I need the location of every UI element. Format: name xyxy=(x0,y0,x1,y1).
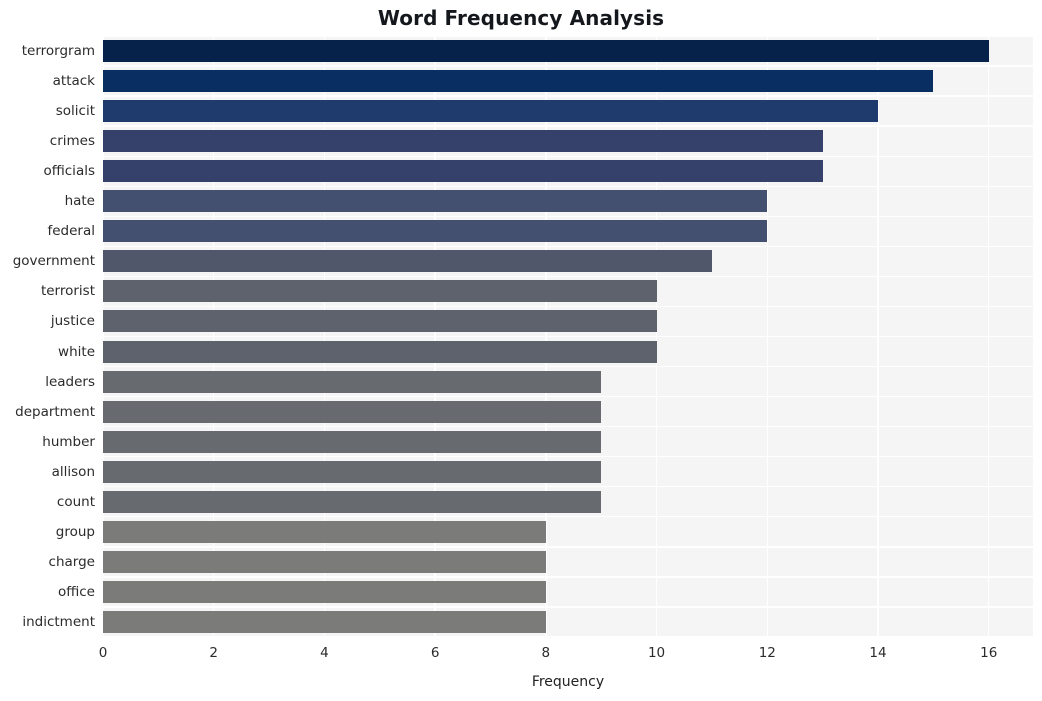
x-axis-title: Frequency xyxy=(531,674,605,690)
bar-terrorist xyxy=(103,280,657,303)
gridline-horizontal xyxy=(103,95,1033,97)
bar-terrorgram xyxy=(103,40,989,63)
gridline-horizontal xyxy=(103,486,1033,488)
y-tick-label-terrorgram: terrorgram xyxy=(21,43,95,60)
bar-office xyxy=(103,580,546,603)
y-tick-label-leaders: leaders xyxy=(45,373,95,390)
y-tick-label-terrorist: terrorist xyxy=(40,283,95,300)
y-tick-label-federal: federal xyxy=(47,223,95,240)
y-tick-label-justice: justice xyxy=(50,313,95,330)
x-tick-label-8: 8 xyxy=(541,645,551,661)
y-tick-label-officials: officials xyxy=(43,163,95,180)
gridline-horizontal xyxy=(103,185,1033,187)
bar-attack xyxy=(103,70,934,93)
gridline-horizontal xyxy=(103,395,1033,398)
bar-federal xyxy=(103,220,768,243)
x-tick-label-2: 2 xyxy=(209,645,218,661)
y-tick-label-crimes: crimes xyxy=(49,133,95,150)
gridline-horizontal xyxy=(103,125,1033,127)
y-tick-label-department: department xyxy=(15,403,95,420)
bar-government xyxy=(103,250,712,273)
bar-leaders xyxy=(103,370,602,393)
gridline-horizontal xyxy=(103,275,1033,278)
bar-humber xyxy=(103,430,602,453)
gridline-horizontal xyxy=(103,516,1033,518)
y-tick-label-solicit: solicit xyxy=(55,103,95,120)
bar-charge xyxy=(103,550,546,573)
gridline-horizontal xyxy=(103,36,1033,37)
x-axis-tick-labels: 0 2 4 6 8 10 12 14 16 xyxy=(0,645,1042,667)
x-tick-label-12: 12 xyxy=(758,645,776,661)
gridline-horizontal xyxy=(103,335,1033,338)
bar-white xyxy=(103,340,657,363)
y-tick-label-charge: charge xyxy=(48,553,95,570)
bar-count xyxy=(103,490,602,513)
bar-justice xyxy=(103,310,657,333)
y-tick-label-humber: humber xyxy=(42,433,95,450)
bar-indictment xyxy=(103,610,546,633)
x-tick-label-6: 6 xyxy=(430,645,440,661)
y-tick-label-attack: attack xyxy=(52,73,95,90)
x-tick-label-14: 14 xyxy=(869,645,887,661)
bar-solicit xyxy=(103,100,878,123)
plot-area xyxy=(103,36,1033,637)
gridline-horizontal xyxy=(103,245,1033,248)
y-axis-tick-labels: terrorgram attack solicit crimes officials ha… xyxy=(0,36,95,637)
y-tick-label-group: group xyxy=(55,523,95,540)
gridline-horizontal xyxy=(103,155,1033,157)
gridline-horizontal xyxy=(103,636,1033,637)
gridline-horizontal xyxy=(103,606,1033,608)
gridline-horizontal xyxy=(103,546,1033,548)
y-tick-label-white: white xyxy=(58,343,95,360)
x-tick-label-10: 10 xyxy=(647,645,666,661)
gridline-horizontal xyxy=(103,65,1033,67)
chart-title: Word Frequency Analysis xyxy=(377,6,665,30)
y-tick-label-office: office xyxy=(57,583,95,600)
y-tick-label-allison: allison xyxy=(51,463,95,480)
bar-hate xyxy=(103,190,768,213)
bar-group xyxy=(103,520,546,543)
y-tick-label-government: government xyxy=(12,253,95,270)
gridline-horizontal xyxy=(103,365,1033,368)
bar-department xyxy=(103,400,602,423)
x-tick-label-16: 16 xyxy=(980,645,998,661)
y-tick-label-hate: hate xyxy=(64,193,95,210)
gridline-horizontal xyxy=(103,576,1033,578)
x-tick-label-4: 4 xyxy=(320,645,329,661)
y-tick-label-indictment: indictment xyxy=(22,613,95,630)
gridline-horizontal xyxy=(103,215,1033,217)
bar-officials xyxy=(103,160,823,183)
word-frequency-chart-figure: Word Frequency Analysis terrorgram attack… xyxy=(0,0,1042,701)
gridline-horizontal xyxy=(103,456,1033,458)
gridline-horizontal xyxy=(103,305,1033,308)
x-tick-label-0: 0 xyxy=(98,645,108,661)
y-tick-label-count: count xyxy=(56,493,95,510)
bar-crimes xyxy=(103,130,823,153)
bar-allison xyxy=(103,460,602,483)
gridline-horizontal xyxy=(103,425,1033,428)
